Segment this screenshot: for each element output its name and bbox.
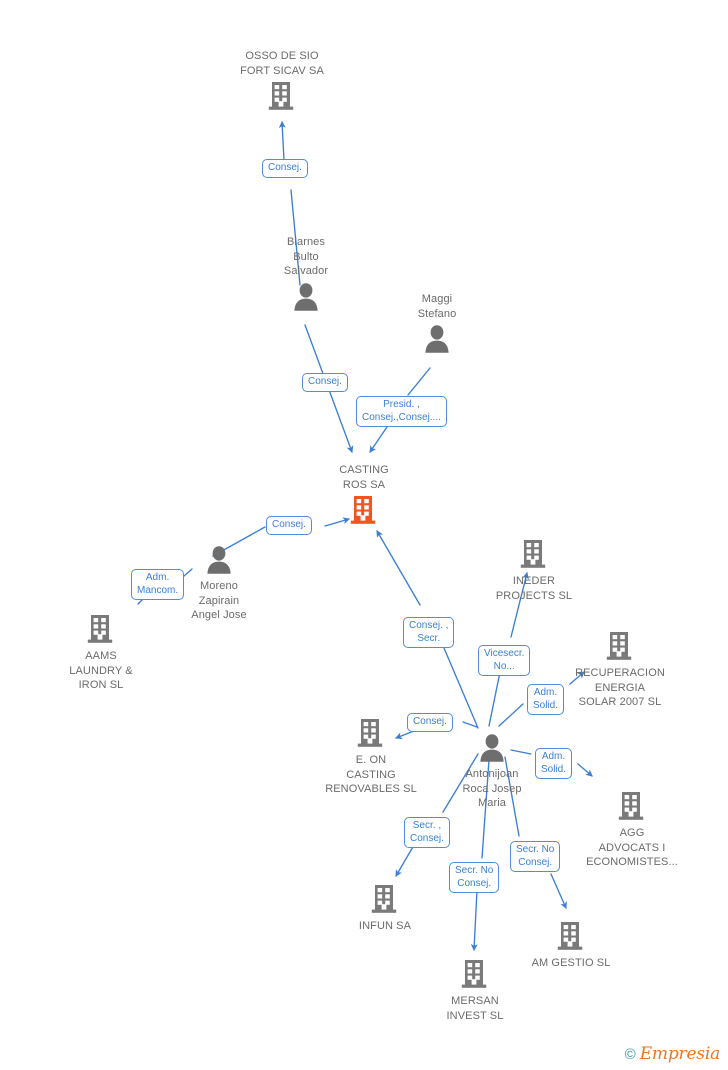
edge-label-e-biarnes-osso[interactable]: Consej.: [262, 159, 308, 178]
company-building-icon: [299, 494, 429, 528]
edge-label-e-moreno-aams[interactable]: Adm. Mancom.: [131, 569, 185, 600]
edge-label-e-antonijoan-amgestio[interactable]: Secr. No Consej.: [510, 841, 561, 872]
edge-label-line: Secr. No: [516, 844, 555, 855]
node-label: Biarnes Bulto Salvador: [283, 236, 329, 277]
edge-label-e-antonijoan-eon[interactable]: Consej.: [407, 713, 453, 732]
edge-label-e-maggi-casting[interactable]: Presid. , Consej.,Consej....: [356, 396, 447, 427]
node-label: INEDER PROJECTS SL: [495, 575, 573, 602]
company-building-icon: [410, 958, 540, 992]
node-label: RECUPERACION ENERGIA SOLAR 2007 SL: [575, 667, 665, 708]
company-node-osso[interactable]: OSSO DE SIO FORT SICAV SA: [217, 49, 347, 114]
company-building-icon: [320, 883, 450, 917]
edge-label-line: Secr. ,: [412, 820, 442, 831]
edge-label-line: Consej.,Consej....: [362, 411, 441, 423]
edge-label-line: Solid.: [533, 699, 559, 711]
edge-label-line: Adm.: [145, 572, 170, 583]
edge-label-e-antonijoan-recup[interactable]: Adm. Solid.: [527, 684, 565, 715]
edge-label-e-antonijoan-infun[interactable]: Secr. , Consej.: [404, 817, 450, 848]
edge-path-p-anton-eon-a: [462, 721, 478, 728]
edge-label-e-antonijoan-mersan[interactable]: Secr. No Consej.: [449, 862, 500, 893]
edge-label-line: Secr.: [417, 632, 441, 644]
edge-label-line: Consej.: [268, 162, 302, 173]
company-node-agg[interactable]: AGG ADVOCATS I ECONOMISTES...: [567, 790, 697, 870]
edge-label-line: Solid.: [541, 763, 567, 775]
person-node-maggi[interactable]: Maggi Stefano: [372, 292, 502, 357]
node-label: AGG ADVOCATS I ECONOMISTES...: [586, 827, 678, 868]
edge-label-line: Consej.: [272, 519, 306, 530]
node-label: E. ON CASTING RENOVABLES SL: [325, 754, 417, 795]
edge-path-p-anton-agg-b: [577, 763, 593, 777]
node-label: MERSAN INVEST SL: [446, 995, 504, 1022]
edge-label-line: No...: [493, 660, 515, 672]
edge-label-e-antonijoan-ineder[interactable]: Vicesecr. No...: [478, 645, 531, 676]
company-node-aams[interactable]: AAMS LAUNDRY & IRON SL: [36, 613, 166, 693]
person-node-biarnes[interactable]: Biarnes Bulto Salvador: [241, 235, 371, 315]
company-building-icon: [217, 80, 347, 114]
edge-label-line: Consej.: [413, 716, 447, 727]
edge-label-e-biarnes-casting[interactable]: Consej.: [302, 373, 348, 392]
company-building-icon: [506, 920, 636, 954]
copyright-icon: ©: [624, 1045, 636, 1063]
edge-label-line: Consej.: [410, 832, 444, 844]
node-label: AAMS LAUNDRY & IRON SL: [69, 650, 133, 691]
edge-label-line: Secr. No: [455, 865, 494, 876]
node-label: Maggi Stefano: [417, 293, 457, 320]
relationship-graph: OSSO DE SIO FORT SICAV SA Biarnes Bulto Salv…: [0, 0, 728, 1070]
edge-path-p-maggi-casting2: [369, 423, 390, 453]
company-building-icon: [36, 613, 166, 647]
company-node-infun[interactable]: INFUN SA: [320, 883, 450, 934]
edge-label-line: Adm.: [533, 687, 558, 698]
edge-label-e-antonijoan-agg[interactable]: Adm. Solid.: [535, 748, 573, 779]
edge-path-p-anton-ineder-a: [488, 671, 501, 727]
company-node-ineder[interactable]: INEDER PROJECTS SL: [469, 538, 599, 603]
edge-label-e-moreno-casting[interactable]: Consej.: [266, 516, 312, 535]
edge-label-line: Consej.: [518, 856, 553, 868]
edge-label-line: Adm.: [541, 751, 566, 762]
edge-path-p-biarnes-osso-top: [278, 120, 286, 161]
person-icon: [372, 323, 502, 357]
company-node-casting[interactable]: CASTING ROS SA: [299, 463, 429, 528]
person-icon: [241, 281, 371, 315]
edge-label-e-antonijoan-casting[interactable]: Consej. , Secr.: [403, 617, 455, 648]
company-node-recuperacion[interactable]: RECUPERACION ENERGIA SOLAR 2007 SL: [555, 630, 685, 710]
node-label: OSSO DE SIO FORT SICAV SA: [240, 50, 324, 77]
brand-wordmark: Empresia: [639, 1044, 720, 1064]
company-building-icon: [567, 790, 697, 824]
edge-path-p-anton-infun-b: [395, 844, 415, 877]
node-label: INFUN SA: [358, 920, 412, 932]
edge-path-p-anton-amgestio-b: [550, 873, 567, 909]
edge-label-line: Mancom.: [137, 584, 179, 596]
edge-label-line: Consej. ,: [409, 620, 449, 631]
node-label: CASTING ROS SA: [339, 464, 389, 491]
edge-label-line: Consej.: [308, 376, 342, 387]
edge-path-p-anton-casting-b: [376, 530, 421, 606]
edge-label-line: Consej.: [457, 877, 492, 889]
company-node-mersan[interactable]: MERSAN INVEST SL: [410, 958, 540, 1023]
edge-path-p-anton-recup-a: [498, 703, 524, 727]
empresia-watermark: © Empresia: [624, 1044, 721, 1064]
company-building-icon: [555, 630, 685, 664]
edge-label-line: Vicesecr.: [484, 648, 525, 659]
company-building-icon: [469, 538, 599, 572]
edge-path-p-maggi-casting: [407, 367, 431, 396]
edge-path-p-anton-mersan-b: [470, 889, 478, 952]
edge-label-line: Presid. ,: [383, 399, 420, 410]
